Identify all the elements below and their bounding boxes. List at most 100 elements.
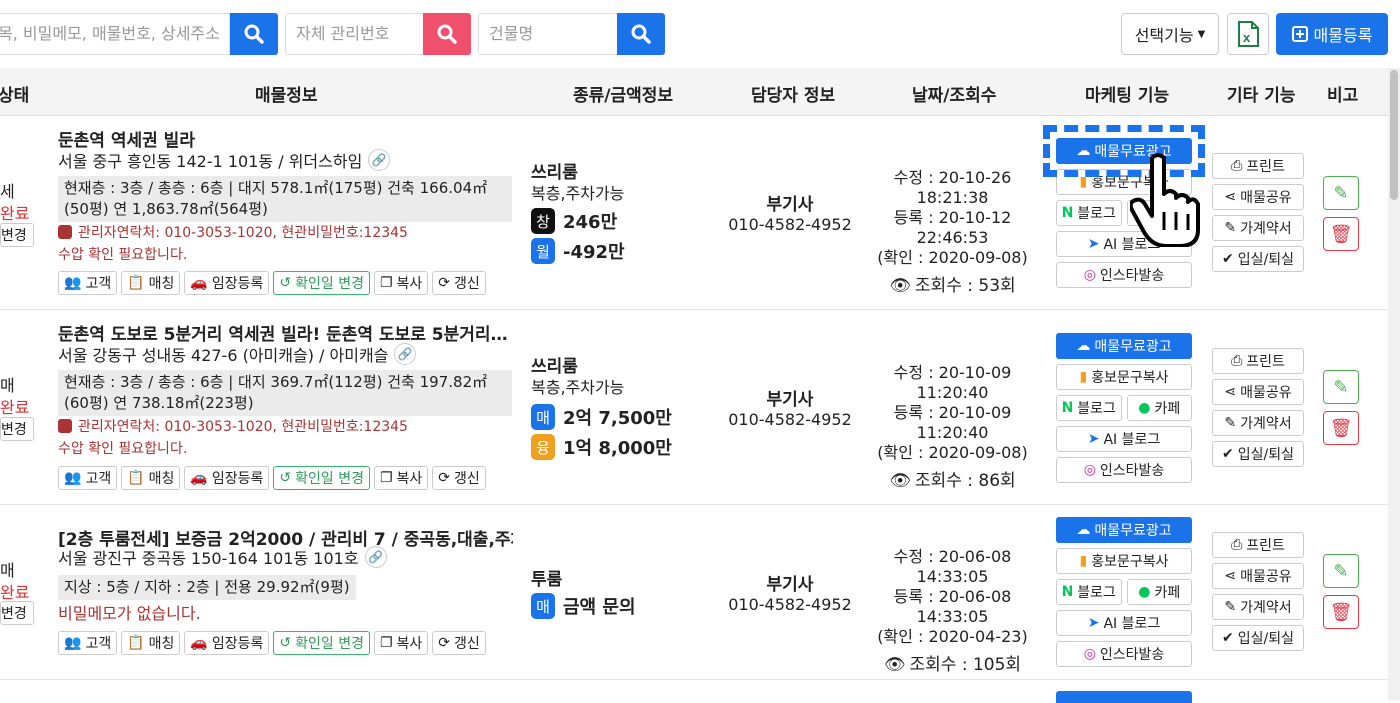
search-button[interactable]: [230, 13, 278, 55]
instagram-button[interactable]: ◎ 인스타발송: [1056, 641, 1192, 667]
own-id-search-button[interactable]: [423, 13, 471, 55]
share-button[interactable]: ⋖ 매물공유: [1212, 184, 1304, 210]
edit-button[interactable]: ✎: [1323, 176, 1359, 210]
share-button[interactable]: ⋖ 매물공유: [1212, 563, 1304, 589]
ai-blog-button[interactable]: ➤ AI 블로그: [1056, 610, 1192, 636]
contract-button[interactable]: ✎ 가계약서: [1212, 410, 1304, 436]
instagram-button[interactable]: ◎ 인스타발송: [1056, 262, 1192, 288]
price-type-badge: 창: [531, 208, 555, 234]
instagram-button[interactable]: ◎ 인스타발송: [1056, 457, 1192, 483]
next-row-free-ad-button[interactable]: [1056, 691, 1192, 703]
free-ad-button[interactable]: ☁ 매물무료광고: [1056, 333, 1192, 359]
free-ad-button[interactable]: ☁ 매물무료광고: [1056, 517, 1192, 543]
move-in-out-button[interactable]: ✔ 입실/퇴실: [1212, 441, 1304, 467]
matching-button[interactable]: 📋 매칭: [121, 466, 181, 490]
property-specs: 현재층 : 3층 / 총층 : 6층 | 대지 369.7㎡(112평) 건축 …: [58, 370, 512, 416]
matching-button[interactable]: 📋 매칭: [121, 271, 181, 295]
agent-phone[interactable]: 010-4582-4952: [720, 595, 860, 614]
site-visit-button[interactable]: 🚗 임장등록: [184, 631, 270, 655]
customer-button[interactable]: 👥 고객: [58, 271, 118, 295]
print-button[interactable]: ⎙ 프린트: [1212, 348, 1304, 374]
own-id-input[interactable]: 자체 관리번호: [285, 13, 425, 55]
price-line: 매 금액 문의: [531, 593, 636, 619]
cafe-button[interactable]: ●카페: [1126, 579, 1192, 605]
instagram-label: 인스타발송: [1099, 268, 1165, 284]
car-icon: 🚗: [190, 635, 208, 651]
cafe-label: 카페: [1154, 585, 1181, 601]
edit-button[interactable]: ✎: [1323, 370, 1359, 404]
price-line: 월 -492만: [531, 238, 625, 264]
blog-button[interactable]: N 블로그: [1056, 579, 1122, 605]
building-search-button[interactable]: [617, 13, 665, 55]
scrollbar-thumb[interactable]: [1390, 70, 1398, 200]
status-change-button[interactable]: 변경: [0, 417, 34, 441]
select-function-dropdown[interactable]: 선택기능 ▼: [1121, 13, 1219, 55]
car-icon: 🚗: [190, 275, 208, 291]
agent-phone[interactable]: 010-4582-4952: [720, 410, 860, 429]
ai-blog-label: AI 블로그: [1103, 432, 1161, 448]
share-button[interactable]: ⋖ 매물공유: [1212, 379, 1304, 405]
caret-down-icon: ▼: [1197, 28, 1206, 40]
status-change-button[interactable]: 변경: [0, 223, 34, 247]
address-text: 서울 광진구 중곡동 150-164 101동 101호: [58, 549, 359, 568]
move-label: 입실/퇴실: [1237, 631, 1294, 647]
price-line: 창 246만: [531, 208, 617, 234]
cafe-button[interactable]: ●카페: [1126, 395, 1192, 421]
confirm-date-button[interactable]: ↺ 확인일 변경: [273, 271, 370, 295]
manager-text: 관리자연락처: 010-3053-1020, 현관비밀번호:12345: [78, 419, 408, 435]
flyer-copy-label: 홍보문구복사: [1091, 554, 1169, 570]
copy-button[interactable]: ❐ 복사: [373, 466, 429, 490]
views-text: 조회수 : 105회: [909, 655, 1022, 675]
agent-phone[interactable]: 010-4582-4952: [720, 215, 860, 234]
print-button[interactable]: ⎙ 프린트: [1212, 532, 1304, 558]
link-icon[interactable]: 🔗: [364, 546, 387, 568]
site-visit-button[interactable]: 🚗 임장등록: [184, 466, 270, 490]
status-change-button[interactable]: 변경: [0, 601, 34, 625]
renew-label: 갱신: [454, 471, 480, 487]
delete-button[interactable]: 🗑: [1323, 595, 1359, 629]
confirm-date-button[interactable]: ↺ 확인일 변경: [273, 466, 370, 490]
share-label: 매물공유: [1240, 190, 1292, 206]
svg-text:x: x: [1243, 30, 1251, 45]
building-name-input[interactable]: 건물명: [478, 13, 620, 55]
contract-button[interactable]: ✎ 가계약서: [1212, 215, 1304, 241]
flyer-copy-button[interactable]: ▮ 홍보문구복사: [1056, 548, 1192, 574]
instagram-label: 인스타발송: [1099, 463, 1165, 479]
blog-button[interactable]: N 블로그: [1056, 200, 1122, 226]
link-icon[interactable]: 🔗: [368, 149, 391, 171]
site-visit-button[interactable]: 🚗 임장등록: [184, 271, 270, 295]
renew-button[interactable]: ⟳ 갱신: [432, 271, 486, 295]
lock-icon: [58, 419, 72, 433]
print-button[interactable]: ⎙ 프린트: [1212, 153, 1304, 179]
price-type-badge: 융: [531, 434, 555, 460]
renew-button[interactable]: ⟳ 갱신: [432, 631, 486, 655]
row-actions: 👥 고객 📋 매칭 🚗 임장등록 ↺ 확인일 변경 ❐ 복사 ⟳ 갱신: [58, 631, 486, 655]
move-in-out-button[interactable]: ✔ 입실/퇴실: [1212, 625, 1304, 651]
print-label: 프린트: [1246, 354, 1285, 370]
search-input[interactable]: 목, 비밀메모, 매물번호, 상세주소: [0, 13, 230, 55]
flyer-copy-button[interactable]: ▮ 홍보문구복사: [1056, 364, 1192, 390]
link-icon[interactable]: 🔗: [394, 343, 417, 365]
contract-label: 가계약서: [1240, 221, 1292, 237]
modified-date: 수정 : 20-10-09 11:20:40: [893, 363, 1012, 402]
delete-button[interactable]: 🗑: [1323, 217, 1359, 251]
free-ad-label: 매물무료광고: [1094, 523, 1172, 539]
edit-button[interactable]: ✎: [1323, 554, 1359, 588]
row-actions: 👥 고객 📋 매칭 🚗 임장등록 ↺ 확인일 변경 ❐ 복사 ⟳ 갱신: [58, 271, 486, 295]
excel-export-button[interactable]: x: [1227, 13, 1269, 55]
renew-button[interactable]: ⟳ 갱신: [432, 466, 486, 490]
delete-button[interactable]: 🗑: [1323, 411, 1359, 445]
matching-button[interactable]: 📋 매칭: [121, 631, 181, 655]
customer-button[interactable]: 👥 고객: [58, 631, 118, 655]
register-property-button[interactable]: 매물등록: [1276, 13, 1388, 55]
customer-button[interactable]: 👥 고객: [58, 466, 118, 490]
secret-memo: 비밀메모가 없습니다.: [58, 604, 201, 623]
contract-button[interactable]: ✎ 가계약서: [1212, 594, 1304, 620]
confirm-date-button[interactable]: ↺ 확인일 변경: [273, 631, 370, 655]
blog-button[interactable]: N 블로그: [1056, 395, 1122, 421]
ai-blog-button[interactable]: ➤ AI 블로그: [1056, 426, 1192, 452]
cafe-label: 카페: [1154, 401, 1181, 417]
copy-button[interactable]: ❐ 복사: [373, 271, 429, 295]
move-in-out-button[interactable]: ✔ 입실/퇴실: [1212, 246, 1304, 272]
copy-button[interactable]: ❐ 복사: [373, 631, 429, 655]
